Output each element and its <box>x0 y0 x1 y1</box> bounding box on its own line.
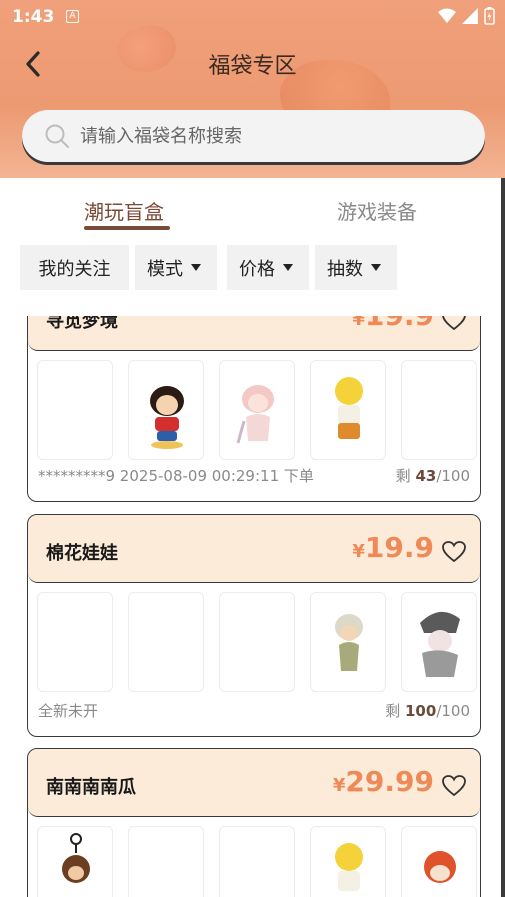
search-input[interactable] <box>80 120 460 152</box>
tab-active-indicator <box>84 226 170 230</box>
bag-price: ¥19.9 <box>352 316 434 332</box>
prize-thumbnails <box>37 592 477 692</box>
status-bar: 1:43 A <box>0 0 505 34</box>
bag-name: 寻觅梦境 <box>46 316 118 332</box>
card-header: 南南南南瓜 ¥29.99 <box>28 749 480 817</box>
prize-thumbnail <box>401 826 477 897</box>
figure-image <box>335 377 363 439</box>
order-info: *********9 2025-08-09 00:29:11 下单 <box>38 467 314 485</box>
scroll-edge <box>501 178 505 897</box>
filter-price[interactable]: 价格 <box>227 245 309 290</box>
heart-icon[interactable] <box>442 316 466 331</box>
status-time: 1:43 <box>12 7 55 27</box>
tab-trendy-blindbox[interactable]: 潮玩盲盒 <box>84 196 164 225</box>
remaining-count: 剩 43/100 <box>395 467 470 485</box>
figure-image <box>420 611 460 677</box>
prize-thumbnail-empty <box>37 360 113 460</box>
bag-name: 棉花娃娃 <box>46 543 118 564</box>
lucky-bag-card[interactable]: 寻觅梦境 ¥19.9 <box>27 316 481 502</box>
prize-thumbnail <box>401 592 477 692</box>
figure-image <box>150 386 184 449</box>
caret-down-icon <box>371 264 381 271</box>
filter-bar: 我的关注 模式 价格 抽数 <box>0 245 505 291</box>
notification-app-icon: A <box>66 10 79 23</box>
bag-name: 南南南南瓜 <box>46 777 136 798</box>
heart-icon[interactable] <box>442 775 466 797</box>
figure-image <box>424 851 456 883</box>
search-icon <box>45 124 69 148</box>
prize-thumbnail-empty <box>401 360 477 460</box>
prize-thumbnail-empty <box>128 826 204 897</box>
prize-thumbnail-empty <box>37 592 113 692</box>
prize-thumbnail-empty <box>219 826 295 897</box>
lucky-bag-card[interactable]: 棉花娃娃 ¥19.9 全新未开 剩 100/100 <box>27 514 481 737</box>
filter-label: 模式 <box>147 258 183 280</box>
prize-thumbnail <box>310 592 386 692</box>
filter-draws[interactable]: 抽数 <box>315 245 397 290</box>
search-bar[interactable] <box>22 110 485 162</box>
battery-icon <box>484 7 495 25</box>
wifi-icon <box>438 8 456 23</box>
filter-my-follow[interactable]: 我的关注 <box>20 245 129 290</box>
bag-price: ¥29.99 <box>332 765 434 798</box>
prize-thumbnail <box>128 360 204 460</box>
prize-thumbnails <box>37 360 477 460</box>
prize-thumbnail <box>310 360 386 460</box>
condition-info: 全新未开 <box>38 702 99 720</box>
caret-down-icon <box>191 264 201 271</box>
heart-icon[interactable] <box>442 541 466 563</box>
lucky-bag-card[interactable]: 南南南南瓜 ¥29.99 <box>27 748 481 897</box>
page-title: 福袋专区 <box>208 54 297 79</box>
filter-label: 抽数 <box>327 258 363 280</box>
lucky-bag-list: 寻觅梦境 ¥19.9 <box>0 316 505 897</box>
card-header: 寻觅梦境 ¥19.9 <box>28 316 480 351</box>
figure-image <box>62 833 90 883</box>
prize-thumbnail <box>310 826 386 897</box>
prize-thumbnail <box>219 360 295 460</box>
prize-thumbnails <box>37 826 477 897</box>
card-header: 棉花娃娃 ¥19.9 <box>28 515 480 583</box>
remaining-count: 剩 100/100 <box>385 702 470 720</box>
figure-image <box>236 385 274 444</box>
signal-icon <box>462 8 478 24</box>
prize-thumbnail-empty <box>219 592 295 692</box>
prize-thumbnail-empty <box>128 592 204 692</box>
filter-mode[interactable]: 模式 <box>135 245 217 290</box>
prize-thumbnail <box>37 826 113 897</box>
filter-label: 我的关注 <box>38 258 111 280</box>
status-icons <box>438 7 495 25</box>
caret-down-icon <box>283 264 293 271</box>
filter-label: 价格 <box>239 258 275 280</box>
figure-image <box>335 843 363 891</box>
tab-game-gear[interactable]: 游戏装备 <box>337 196 417 225</box>
bag-price: ¥19.9 <box>352 531 434 564</box>
figure-image <box>335 614 363 671</box>
